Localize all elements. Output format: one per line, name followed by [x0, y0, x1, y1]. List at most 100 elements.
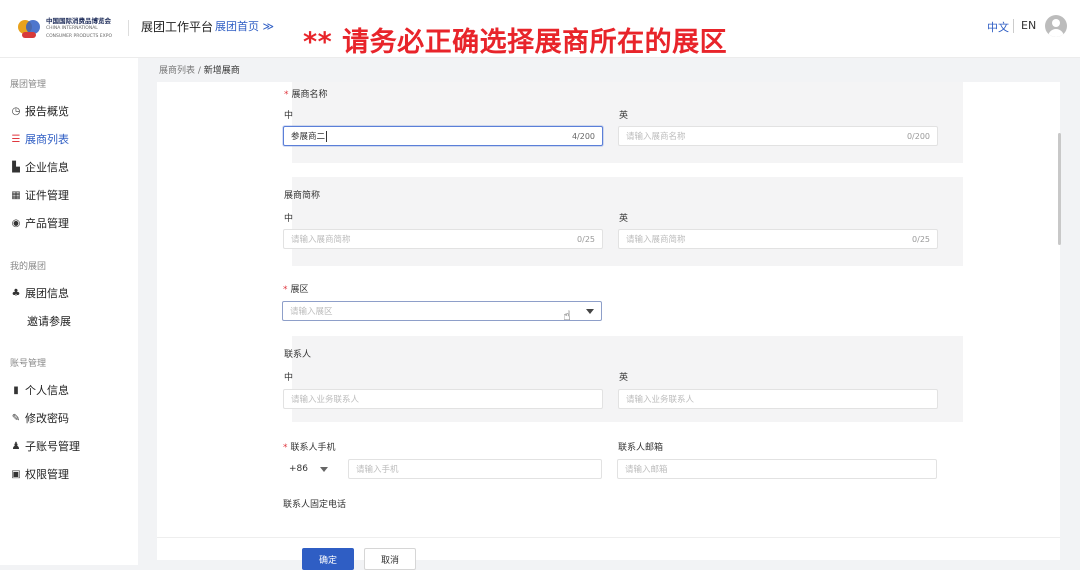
country-code-value: +86	[289, 464, 308, 474]
sidebar-item-certificates[interactable]: ▦ 证件管理	[10, 187, 69, 203]
short-name-en-input[interactable]: 请输入展商简称 0/25	[618, 229, 938, 249]
avatar[interactable]	[1045, 15, 1067, 37]
logo-text: 中国国际消费品博览会 CHINA INTERNATIONAL CONSUMER …	[46, 17, 112, 41]
scrollbar[interactable]	[1058, 133, 1061, 245]
lock-icon: ▣	[11, 468, 21, 480]
sidebar-item-permissions[interactable]: ▣ 权限管理	[10, 466, 69, 482]
short-name-label: 展商简称	[284, 191, 321, 201]
top-header: 中国国际消费品博览会 CHINA INTERNATIONAL CONSUMER …	[0, 0, 1080, 58]
sidebar-item-group-info[interactable]: ♣ 展团信息	[10, 285, 69, 301]
header-divider	[128, 20, 129, 36]
lang-zh-link[interactable]: 中文	[987, 19, 1009, 35]
breadcrumb: 展商列表 / 新增展商	[159, 63, 240, 76]
clock-icon: ◷	[11, 105, 21, 117]
char-counter: 0/200	[906, 131, 930, 141]
sidebar-item-label: 个人信息	[25, 384, 69, 397]
input-placeholder: 请输入展商简称	[291, 235, 351, 245]
lang-en-link[interactable]: EN	[1021, 19, 1036, 32]
lang-divider	[1013, 19, 1014, 33]
sidebar-section-title: 账号管理	[10, 359, 47, 369]
sidebar-item-report[interactable]: ◷ 报告概览	[10, 103, 69, 119]
warning-banner: ** 请务必正确选择展商所在的展区	[303, 27, 728, 58]
contact-group: 联系人 中 英 请输入业务联系人 请输入业务联系人	[283, 336, 963, 422]
logo-cn: 中国国际消费品博览会	[46, 17, 111, 25]
platform-title: 展团工作平台	[141, 20, 214, 34]
exhibitor-name-en-input[interactable]: 请输入展商名称 0/200	[618, 126, 938, 146]
en-label: 英	[619, 111, 629, 121]
logo-en-2: CONSUMER PRODUCTS EXPO	[46, 34, 112, 39]
sidebar-item-label: 证件管理	[25, 189, 69, 202]
sidebar-item-label: 展团信息	[25, 287, 69, 300]
input-placeholder: 请输入展商简称	[626, 235, 686, 245]
sidebar-item-subaccounts[interactable]: ♟ 子账号管理	[10, 438, 80, 454]
char-counter: 0/25	[577, 234, 595, 244]
zone-label: 展区	[283, 282, 309, 295]
form-panel: 展商名称 中 英 参展商二 4/200 请输入展商名称 0/200 展商简称 中…	[157, 82, 1060, 570]
breadcrumb-current: 新增展商	[203, 66, 240, 76]
home-link[interactable]: 展团首页 ≫	[215, 18, 274, 34]
user-icon: ♟	[11, 440, 21, 452]
char-counter: 0/25	[912, 234, 930, 244]
sidebar-item-company[interactable]: ▙ 企业信息	[10, 159, 69, 175]
char-counter: 4/200	[571, 131, 595, 141]
exhibitor-name-group: 展商名称 中 英 参展商二 4/200 请输入展商名称 0/200	[283, 82, 963, 163]
key-icon: ✎	[11, 412, 21, 424]
sidebar-item-products[interactable]: ◉ 产品管理	[10, 215, 69, 231]
chevron-down-icon	[320, 466, 328, 472]
mobile-input[interactable]: 请输入手机	[348, 459, 602, 479]
input-placeholder: 请输入手机	[356, 465, 399, 475]
sidebar-item-exhibitors[interactable]: ☰ 展商列表	[10, 131, 69, 147]
sidebar-item-password[interactable]: ✎ 修改密码	[10, 410, 69, 426]
input-placeholder: 请输入邮箱	[625, 465, 668, 475]
short-name-zh-input[interactable]: 请输入展商简称 0/25	[283, 229, 603, 249]
short-name-group: 展商简称 中 英 请输入展商简称 0/25 请输入展商简称 0/25	[283, 177, 963, 266]
zh-label: 中	[284, 214, 294, 224]
sidebar-section-title: 我的展团	[10, 262, 47, 272]
zone-select[interactable]: 请输入展区	[282, 301, 602, 321]
country-code-select[interactable]: +86	[289, 459, 328, 479]
sidebar-item-profile[interactable]: ▮ 个人信息	[10, 382, 69, 398]
chevron-down-icon	[586, 308, 594, 314]
building-icon: ▙	[12, 161, 20, 173]
sidebar-item-invite[interactable]: 邀请参展	[27, 313, 71, 329]
input-placeholder: 请输入业务联系人	[626, 395, 695, 405]
cancel-button[interactable]: 取消	[364, 548, 416, 570]
sidebar-item-label: 修改密码	[25, 412, 69, 425]
expo-logo[interactable]: 中国国际消费品博览会 CHINA INTERNATIONAL CONSUMER …	[18, 14, 128, 44]
id-card-icon: ▦	[11, 189, 21, 201]
product-icon: ◉	[11, 217, 21, 229]
sidebar: 展团管理 ◷ 报告概览 ☰ 展商列表 ▙ 企业信息 ▦ 证件管理 ◉ 产品管理 …	[0, 58, 138, 565]
footer-divider	[157, 537, 1060, 538]
sidebar-item-label: 报告概览	[25, 105, 69, 118]
logo-en-1: CHINA INTERNATIONAL	[46, 26, 98, 31]
sidebar-section-title: 展团管理	[10, 80, 47, 90]
en-label: 英	[619, 214, 629, 224]
list-icon: ☰	[11, 133, 21, 145]
select-placeholder: 请输入展区	[290, 307, 333, 317]
input-value: 参展商二	[291, 132, 326, 142]
contact-label: 联系人	[284, 350, 312, 360]
input-placeholder: 请输入展商名称	[626, 132, 686, 142]
sidebar-item-label: 子账号管理	[25, 440, 80, 453]
zh-label: 中	[284, 373, 294, 383]
mobile-label: 联系人手机	[283, 440, 336, 453]
org-icon: ♣	[11, 287, 21, 299]
en-label: 英	[619, 373, 629, 383]
email-label: 联系人邮箱	[618, 443, 664, 453]
sidebar-item-label: 展商列表	[25, 133, 69, 146]
sidebar-item-label: 产品管理	[25, 217, 69, 230]
main-content: 展商列表 / 新增展商 展商名称 中 英 参展商二 4/200 请输入展商名称 …	[138, 58, 1080, 570]
contact-zh-input[interactable]: 请输入业务联系人	[283, 389, 603, 409]
document-icon: ▮	[13, 384, 19, 396]
landline-label: 联系人固定电话	[283, 500, 347, 510]
confirm-button[interactable]: 确定	[302, 548, 354, 570]
logo-mark-icon	[18, 18, 40, 40]
breadcrumb-parent[interactable]: 展商列表	[159, 66, 195, 76]
hand-cursor-icon: ☝	[563, 309, 571, 324]
exhibitor-name-zh-input[interactable]: 参展商二 4/200	[283, 126, 603, 146]
breadcrumb-separator: /	[195, 66, 204, 76]
sidebar-item-label: 邀请参展	[27, 315, 71, 328]
contact-en-input[interactable]: 请输入业务联系人	[618, 389, 938, 409]
email-input[interactable]: 请输入邮箱	[617, 459, 937, 479]
exhibitor-name-label: 展商名称	[284, 87, 328, 100]
